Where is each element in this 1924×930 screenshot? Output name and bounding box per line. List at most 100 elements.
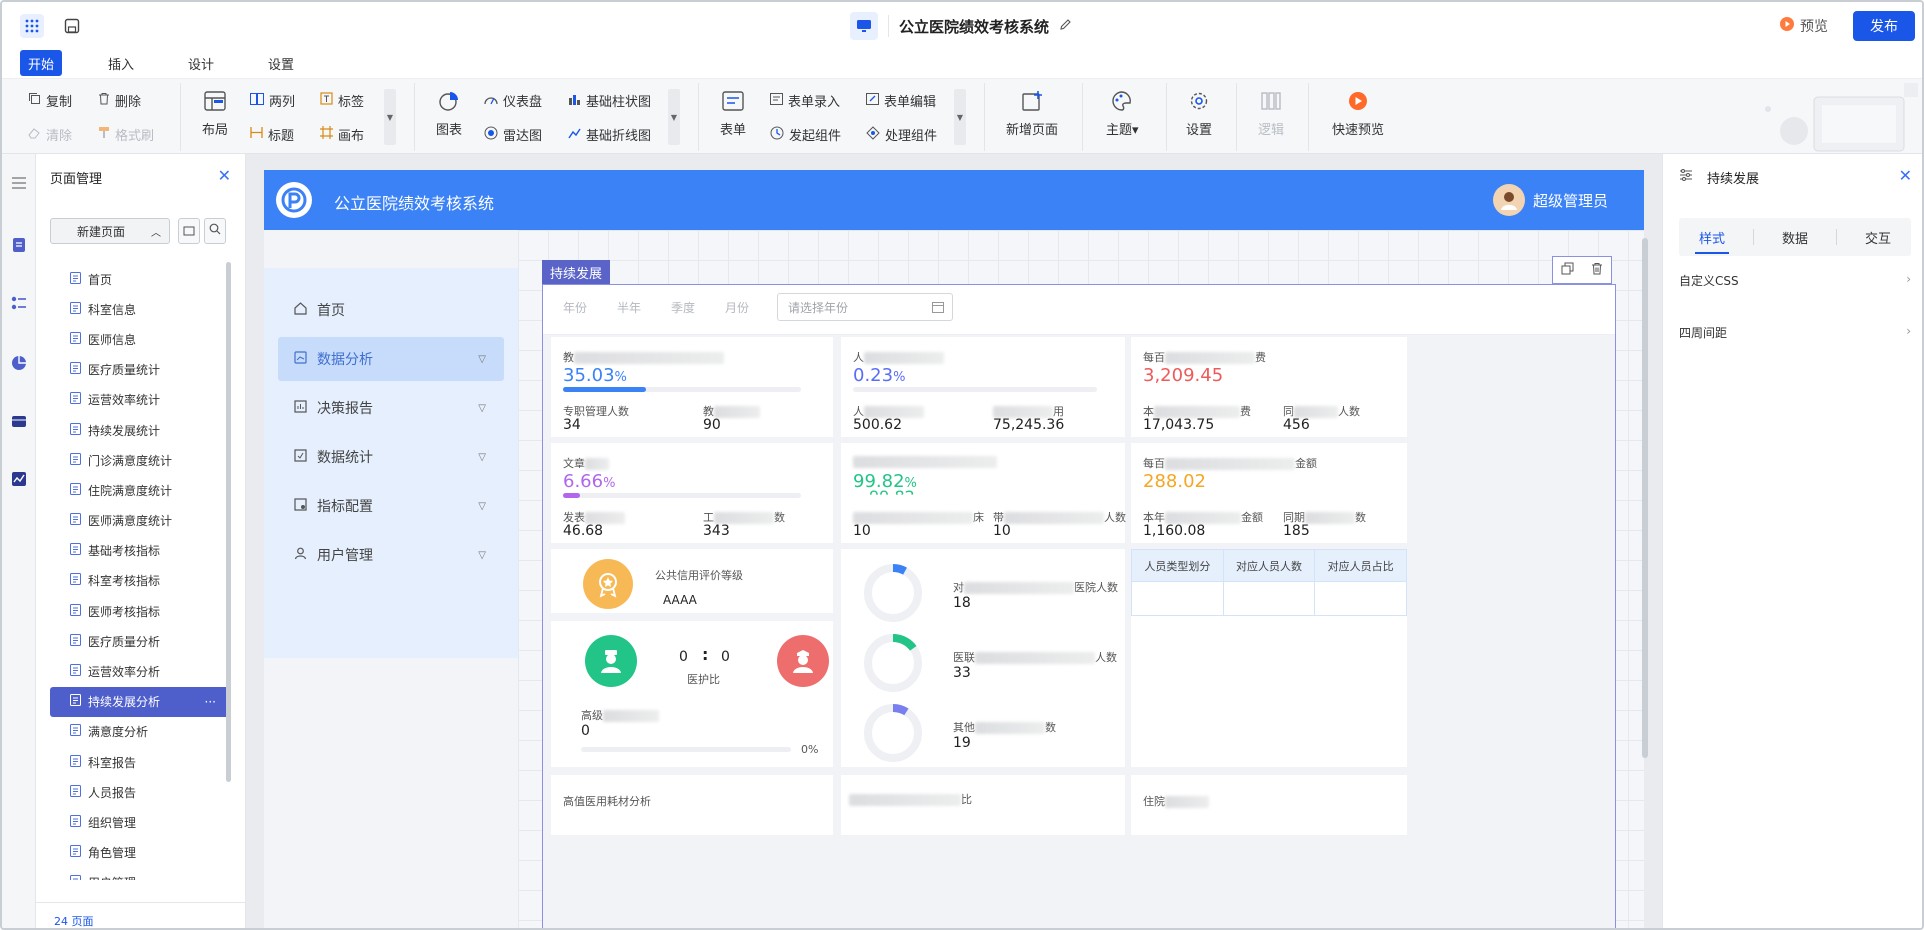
play-circle-icon [1347,91,1369,115]
page-list-item[interactable]: 持续发展统计 [50,415,230,445]
canvas-icon [320,126,333,143]
basic-line-button[interactable]: 基础折线图 [568,125,651,144]
format-painter-button[interactable]: 格式刷 [98,125,154,144]
nav-indicator-config[interactable]: 指标配置 ▽ [278,484,504,528]
menu-icon[interactable] [10,174,28,192]
page-list-item[interactable]: 运营效率统计 [50,385,230,415]
page-list-item[interactable]: 人员报告 [50,777,230,807]
close-icon[interactable]: ✕ [1899,166,1912,185]
page-list-item[interactable]: 用户管理 [50,868,230,880]
page-list-item[interactable]: 角色管理 [50,838,230,868]
page-list-item[interactable]: 医疗质量分析 [50,626,230,656]
clear-button[interactable]: 清除 [28,125,72,144]
page-list-item[interactable]: 首页 [50,264,230,294]
ribbon-expand-caret[interactable]: ▼ [668,89,680,145]
two-column-button[interactable]: 两列 [250,91,295,110]
custom-css-row[interactable]: 自定义CSS › [1679,272,1911,289]
page-list-item[interactable]: 科室考核指标 [50,566,230,596]
nav-user-management[interactable]: 用户管理 ▽ [278,533,504,577]
label-button[interactable]: 标签 [320,91,364,110]
apps-grid-icon[interactable] [20,14,44,38]
more-icon[interactable]: ··· [205,695,216,709]
close-icon[interactable]: ✕ [218,166,231,185]
ribbon-expand-caret[interactable]: ▼ [954,89,966,145]
form-entry-button[interactable]: 表单录入 [770,91,840,110]
form-button[interactable]: 表单 [720,91,746,138]
trash-icon[interactable] [1591,262,1603,279]
window-title-group: 公立医院绩效考核系统 [850,12,1072,40]
page-list-item[interactable]: 科室报告 [50,747,230,777]
canvas-scrollbar[interactable] [1642,238,1648,758]
sustainable-dev-component[interactable]: 年份 半年 季度 月份 请选择年份 教 35.03% 专职管理人数 34 教 9… [542,284,1616,928]
tab-settings[interactable]: 设置 [260,50,302,76]
delete-button[interactable]: 删除 [98,91,141,110]
page-list-item[interactable]: 医师满意度统计 [50,506,230,536]
edit-title-icon[interactable] [1059,18,1072,35]
tab-start[interactable]: 开始 [20,50,63,76]
page-list-item[interactable]: 住院满意度统计 [50,475,230,505]
filter-month[interactable]: 月份 [725,299,749,316]
preview-button[interactable]: 预览 [1780,14,1828,38]
filter-year[interactable]: 年份 [563,299,587,316]
page-list-item[interactable]: 组织管理 [50,807,230,837]
process-component-button[interactable]: 处理组件 [866,125,937,144]
nav-home[interactable]: 首页 [278,288,504,332]
nav-data-analysis[interactable]: 数据分析 ▽ [278,337,504,381]
page-list-item[interactable]: 医师考核指标 [50,596,230,626]
page-list-item[interactable]: 满意度分析 [50,717,230,747]
page-list-item[interactable]: 门诊满意度统计 [50,445,230,475]
page-list-scrollbar[interactable] [226,262,231,782]
year-picker[interactable]: 请选择年份 [777,293,953,321]
save-icon[interactable] [60,14,84,38]
card2-label: 人 [853,349,944,365]
selected-component-tag[interactable]: 持续发展 [542,260,611,284]
tab-insert[interactable]: 插入 [100,50,142,76]
copy-button[interactable]: 复制 [28,91,72,110]
layout-button[interactable]: 布局 [202,91,228,138]
theme-button[interactable]: 主题▾ [1106,91,1139,138]
filter-quarter[interactable]: 季度 [671,299,695,316]
settings-button[interactable]: 设置 [1186,91,1212,138]
pie-chart-icon [438,91,460,115]
filter-half-year[interactable]: 半年 [617,299,641,316]
chart-icon[interactable] [10,354,28,372]
logic-button[interactable]: 逻辑 [1258,91,1284,138]
card5-sub2-label: 带人数 [993,511,1126,524]
form-edit-button[interactable]: 表单编辑 [866,91,936,110]
gauge-button[interactable]: 仪表盘 [484,91,542,110]
quick-preview-button[interactable]: 快速预览 [1332,91,1384,138]
new-page-dropdown[interactable]: 新建页面 ︿ [50,218,170,244]
page-list-item[interactable]: 医疗质量统计 [50,355,230,385]
padding-row[interactable]: 四周间距 › [1679,324,1911,341]
nav-data-statistics[interactable]: 数据统计 ▽ [278,435,504,479]
user-menu[interactable]: 超级管理员 [1492,184,1608,216]
search-button[interactable] [204,218,226,244]
publish-button[interactable]: 发布 [1853,11,1915,41]
folder-button[interactable] [178,218,200,244]
new-page-button[interactable]: 新增页面 [1006,91,1058,138]
analytics-icon[interactable] [10,470,28,488]
page-list-item[interactable]: 医师信息 [50,324,230,354]
tab-data[interactable]: 数据 [1770,218,1820,256]
nav-decision-report[interactable]: 决策报告 ▽ [278,386,504,430]
folder-icon[interactable] [10,412,28,430]
title-button[interactable]: 标题 [250,125,294,144]
monitor-icon[interactable] [850,12,878,40]
page-list-item[interactable]: 持续发展分析 ··· [50,686,230,717]
tab-design[interactable]: 设计 [180,50,222,76]
ribbon-expand-caret[interactable]: ▼ [384,89,396,145]
radar-button[interactable]: 雷达图 [484,125,542,144]
canvas-button[interactable]: 画布 [320,125,364,144]
duplicate-icon[interactable] [1561,262,1574,279]
basic-bar-button[interactable]: 基础柱状图 [568,91,651,110]
components-icon[interactable] [10,294,28,312]
tab-interaction[interactable]: 交互 [1853,218,1903,256]
page-list-item[interactable]: 基础考核指标 [50,536,230,566]
start-component-button[interactable]: 发起组件 [770,125,841,144]
tab-style[interactable]: 样式 [1687,218,1737,256]
page-list-item[interactable]: 科室信息 [50,294,230,324]
pages-icon[interactable] [10,236,28,254]
page-list-item[interactable]: 运营效率分析 [50,656,230,686]
chart-button[interactable]: 图表 [436,91,462,138]
eraser-icon [28,127,41,143]
